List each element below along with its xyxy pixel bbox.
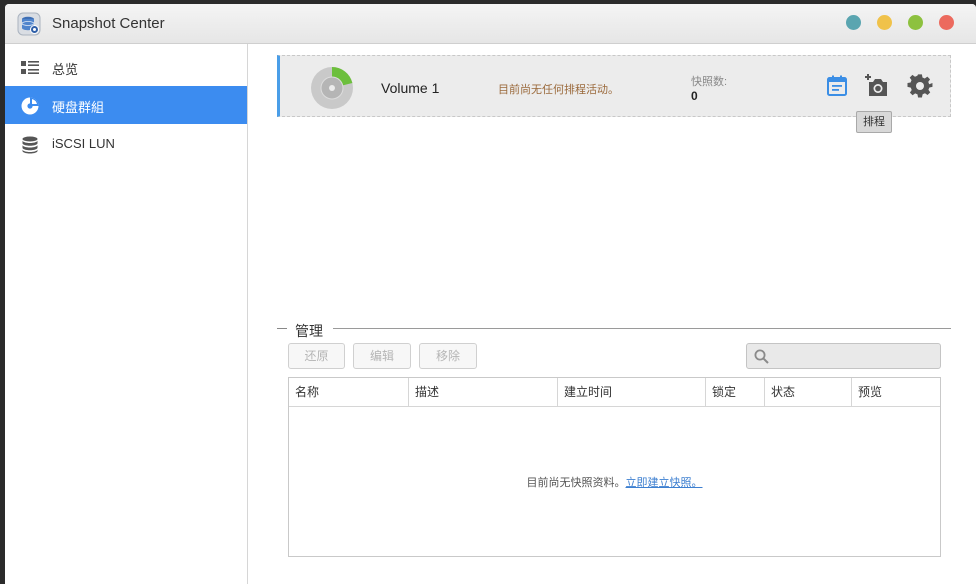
empty-table-text: 目前尚无快照资料。: [526, 477, 626, 489]
table-header: 名称 描述 建立时间 锁定 状态 预览: [289, 378, 940, 407]
volume-name: Volume 1: [381, 80, 440, 96]
volume-disk-usage-icon: [311, 67, 353, 109]
main-panel: Volume 1 目前尚无任何排程活动。 快照数: 0 排程 管理 还原 编辑 …: [249, 44, 976, 584]
schedule-calendar-icon[interactable]: [824, 73, 850, 99]
remove-snapshot-button[interactable]: 移除: [419, 343, 477, 369]
maximize-button[interactable]: [877, 15, 892, 30]
sidebar-item-overview[interactable]: 总览: [5, 48, 247, 86]
restore-snapshot-button[interactable]: 还原: [288, 343, 345, 369]
schedule-tooltip: 排程: [856, 111, 892, 133]
search-input[interactable]: [774, 346, 934, 366]
manage-section-header: 管理: [277, 321, 951, 341]
sidebar-item-disk-group[interactable]: 硬盘群組: [5, 86, 247, 124]
edit-snapshot-button[interactable]: 编辑: [353, 343, 411, 369]
create-snapshot-link[interactable]: 立即建立快照。: [626, 477, 703, 489]
snapshot-center-window: Snapshot Center 总览 硬盘群組 iSCSI LUN Volume…: [5, 4, 976, 584]
column-header-description[interactable]: 描述: [409, 378, 558, 407]
manage-section-title: 管理: [295, 321, 329, 341]
empty-table-message: 目前尚无快照资料。立即建立快照。: [289, 474, 940, 490]
sidebar-item-label: 总览: [52, 62, 79, 77]
section-divider: [333, 328, 951, 329]
column-header-status[interactable]: 状态: [765, 378, 852, 407]
snapshot-search[interactable]: [746, 343, 941, 369]
snapshot-center-app-icon: [17, 12, 41, 36]
volume-card[interactable]: Volume 1 目前尚无任何排程活动。 快照数: 0: [277, 55, 951, 117]
snapshot-count: 0: [691, 89, 698, 103]
minimize-button[interactable]: [846, 15, 861, 30]
snapshot-count-label: 快照数:: [691, 76, 728, 88]
app-title: Snapshot Center: [52, 15, 165, 32]
snapshot-table: 名称 描述 建立时间 锁定 状态 预览 目前尚无快照资料。立即建立快照。: [288, 377, 941, 557]
column-header-preview[interactable]: 预览: [852, 378, 940, 407]
add-snapshot-camera-icon[interactable]: [864, 73, 890, 99]
database-icon: [22, 136, 38, 154]
sidebar-item-label: iSCSI LUN: [52, 136, 115, 151]
settings-gear-icon[interactable]: [907, 73, 933, 99]
overview-list-icon: [21, 61, 39, 74]
title-bar: Snapshot Center: [5, 4, 976, 44]
volume-schedule-status: 目前尚无任何排程活动。: [498, 84, 619, 96]
column-header-created-time[interactable]: 建立时间: [558, 378, 706, 407]
column-header-locked[interactable]: 锁定: [706, 378, 765, 407]
sidebar-item-label: 硬盘群組: [52, 100, 105, 115]
restore-button[interactable]: [908, 15, 923, 30]
section-divider: [277, 328, 287, 329]
sidebar: 总览 硬盘群組 iSCSI LUN: [5, 44, 248, 584]
sidebar-item-iscsi-lun[interactable]: iSCSI LUN: [5, 125, 247, 163]
search-icon: [754, 349, 769, 364]
disk-group-icon: [21, 97, 39, 115]
column-header-name[interactable]: 名称: [289, 378, 409, 407]
close-button[interactable]: [939, 15, 954, 30]
